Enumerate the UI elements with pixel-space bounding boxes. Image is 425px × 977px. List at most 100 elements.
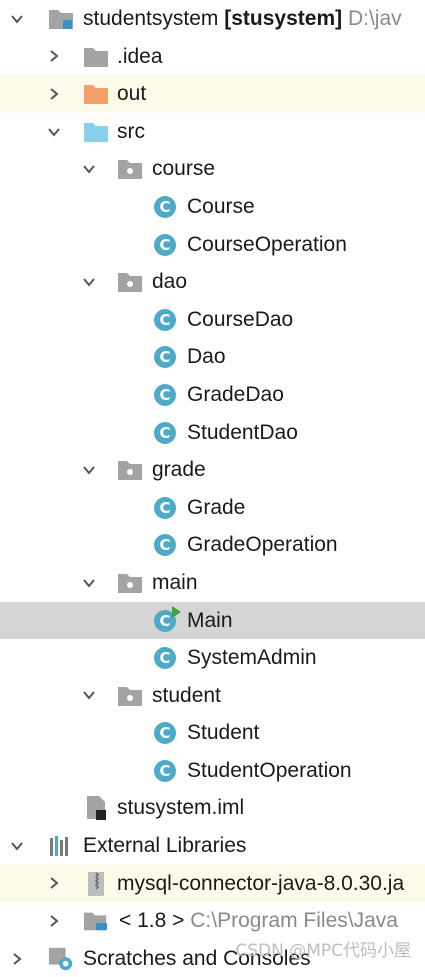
tree-row-package-dao[interactable]: dao <box>0 263 425 301</box>
class-icon: C <box>152 721 178 745</box>
class-icon-letter: C <box>154 496 176 519</box>
chevron-right-icon[interactable] <box>45 902 63 940</box>
tree-row-class[interactable]: C GradeDao <box>0 376 425 414</box>
chevron-right-icon[interactable] <box>8 940 26 977</box>
chevron-down-icon[interactable] <box>80 263 98 301</box>
tree-label: External Libraries <box>83 834 247 858</box>
tree-row-class-selected[interactable]: C Main <box>0 601 425 640</box>
tree-label: Main <box>187 608 233 632</box>
class-icon: C <box>152 345 178 369</box>
tree-label: grade <box>152 458 206 482</box>
tree-row-external-libraries[interactable]: External Libraries <box>0 827 425 865</box>
class-icon-letter: C <box>154 346 176 369</box>
class-icon: C <box>152 759 178 783</box>
tree-label: Dao <box>187 345 226 369</box>
tree-label: StudentDao <box>187 420 298 444</box>
tree-row-class[interactable]: C CourseDao <box>0 301 425 339</box>
class-icon: C <box>152 421 178 445</box>
tree-row-project[interactable]: studentsystem [stusystem] D:\jav <box>0 0 425 38</box>
tree-row-class[interactable]: C CourseOperation <box>0 226 425 264</box>
chevron-down-icon[interactable] <box>8 0 26 38</box>
tree-label: Student <box>187 721 260 745</box>
tree-row-package-grade[interactable]: grade <box>0 451 425 489</box>
class-icon-letter: C <box>154 722 176 745</box>
module-file-icon <box>83 796 109 821</box>
chevron-right-icon[interactable] <box>45 75 63 113</box>
class-icon-letter: C <box>154 534 176 557</box>
class-icon-letter: C <box>154 195 176 218</box>
tree-label: CourseDao <box>187 307 294 331</box>
jdk-folder-icon <box>83 909 109 933</box>
tree-row-class[interactable]: C Student <box>0 714 425 752</box>
excluded-folder-icon <box>83 82 109 106</box>
jdk-path: C:\Program Files\Java <box>190 909 398 933</box>
tree-row-out[interactable]: out <box>0 75 425 113</box>
project-tree: studentsystem [stusystem] D:\jav .idea o… <box>0 0 425 977</box>
run-marker-icon <box>172 605 181 618</box>
class-icon: C <box>152 383 178 407</box>
package-icon <box>117 458 143 482</box>
package-icon <box>117 157 143 181</box>
chevron-right-icon[interactable] <box>45 865 63 903</box>
tree-label: dao <box>152 270 188 294</box>
class-icon-letter: C <box>159 611 171 630</box>
class-icon: C <box>152 496 178 520</box>
tree-row-package-main[interactable]: main <box>0 564 425 602</box>
package-icon <box>117 571 143 595</box>
tree-row-class[interactable]: C StudentOperation <box>0 752 425 790</box>
chevron-down-icon[interactable] <box>80 564 98 602</box>
tree-row-package-student[interactable]: student <box>0 677 425 715</box>
tree-row-jdk[interactable]: < 1.8 > C:\Program Files\Java <box>0 902 425 940</box>
tree-label: SystemAdmin <box>187 646 317 670</box>
package-icon <box>117 270 143 294</box>
tree-row-class[interactable]: C Dao <box>0 338 425 376</box>
class-icon: C <box>152 308 178 332</box>
libraries-icon <box>48 834 74 858</box>
tree-row-class[interactable]: C Grade <box>0 489 425 527</box>
chevron-down-icon[interactable] <box>8 827 26 865</box>
class-icon-letter: C <box>154 233 176 256</box>
module-folder-icon <box>48 7 74 31</box>
tree-row-package-course[interactable]: course <box>0 150 425 188</box>
tree-label: stusystem.iml <box>117 796 245 820</box>
chevron-right-icon[interactable] <box>45 38 63 76</box>
project-path: D:\jav <box>347 7 402 30</box>
class-icon: C <box>152 646 178 670</box>
tree-row-class[interactable]: C GradeOperation <box>0 526 425 564</box>
folder-icon <box>83 45 109 69</box>
jdk-version: < 1.8 > <box>119 909 185 933</box>
tree-label: GradeDao <box>187 382 284 406</box>
project-name: studentsystem <box>83 7 219 30</box>
tree-row-class[interactable]: C SystemAdmin <box>0 639 425 677</box>
tree-label: StudentOperation <box>187 758 352 782</box>
scratches-icon <box>48 947 74 971</box>
tree-row-class[interactable]: C Course <box>0 188 425 226</box>
tree-label: Course <box>187 194 255 218</box>
class-icon-letter: C <box>154 421 176 444</box>
tree-label: course <box>152 157 216 181</box>
chevron-down-icon[interactable] <box>80 150 98 188</box>
tree-row-iml[interactable]: stusystem.iml <box>0 789 425 827</box>
tree-label: mysql-connector-java-8.0.30.ja <box>117 871 405 895</box>
tree-label: .idea <box>117 44 163 68</box>
chevron-down-icon[interactable] <box>45 113 63 151</box>
class-icon-letter: C <box>154 308 176 331</box>
class-icon: C <box>152 233 178 257</box>
watermark: CSDN @MPC代码小屋 <box>235 941 411 961</box>
tree-row-library-mysql[interactable]: mysql-connector-java-8.0.30.ja <box>0 864 425 903</box>
tree-label: out <box>117 82 147 106</box>
tree-row-class[interactable]: C StudentDao <box>0 414 425 452</box>
tree-row-idea[interactable]: .idea <box>0 38 425 76</box>
class-icon-letter: C <box>154 647 176 670</box>
tree-label: GradeOperation <box>187 533 338 557</box>
chevron-down-icon[interactable] <box>80 451 98 489</box>
jar-icon <box>83 871 109 896</box>
tree-label: CourseOperation <box>187 232 347 256</box>
project-module: [stusystem] <box>224 7 343 30</box>
class-icon: C <box>152 195 178 219</box>
chevron-down-icon[interactable] <box>80 677 98 715</box>
tree-row-src[interactable]: src <box>0 113 425 151</box>
tree-label: main <box>152 570 198 594</box>
tree-label: Grade <box>187 495 246 519</box>
tree-label: student <box>152 683 221 707</box>
